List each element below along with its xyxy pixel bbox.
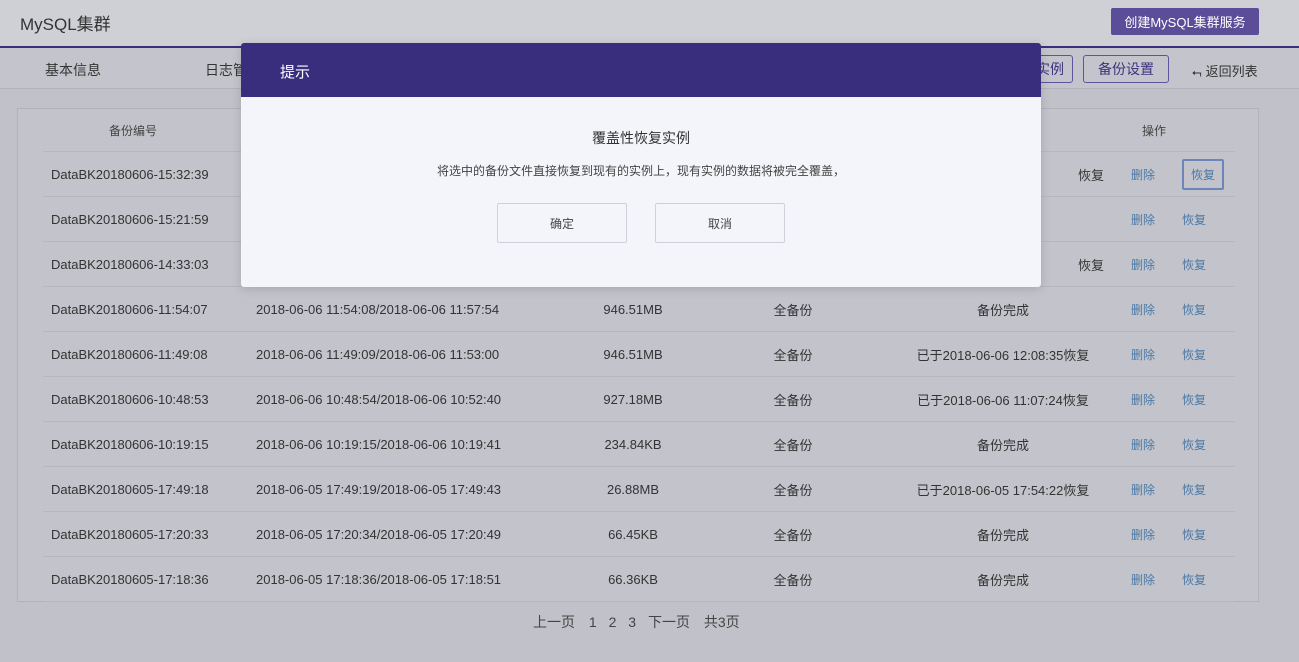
page-2-link[interactable]: 2 <box>609 614 617 630</box>
return-arrow-icon: ⮢ <box>1192 65 1202 79</box>
restore-link[interactable]: 恢复 <box>1182 436 1206 453</box>
tab-basic-info[interactable]: 基本信息 <box>45 60 101 80</box>
delete-link[interactable]: 删除 <box>1131 301 1155 318</box>
backup-id: DataBK20180606-11:54:07 <box>51 301 208 317</box>
top-bar: MySQL集群 创建MySQL集群服务 <box>0 0 1299 48</box>
table-row: DataBK20180606-11:49:08 2018-06-06 11:49:… <box>43 332 1235 377</box>
confirm-button[interactable]: 确定 <box>497 203 627 243</box>
backup-time-range: 2018-06-05 17:49:19/2018-06-05 17:49:43 <box>256 481 502 497</box>
table-row: DataBK20180605-17:49:18 2018-06-05 17:49:… <box>43 467 1235 512</box>
next-page-link[interactable]: 下一页 <box>648 614 690 630</box>
back-to-list-link[interactable]: ⮢ 返回列表 <box>1192 61 1258 80</box>
table-row: DataBK20180606-11:54:07 2018-06-06 11:54:… <box>43 287 1235 332</box>
header-operations: 操作 <box>1141 123 1166 138</box>
delete-link[interactable]: 删除 <box>1131 571 1155 588</box>
row-operations: 删除 恢复 <box>1128 467 1228 511</box>
backup-id: DataBK20180606-15:32:39 <box>51 166 209 182</box>
backup-id: DataBK20180606-10:19:15 <box>51 436 209 452</box>
restore-confirm-dialog: 提示 覆盖性恢复实例 将选中的备份文件直接恢复到现有的实例上，现有实例的数据将被… <box>241 43 1041 287</box>
delete-link[interactable]: 删除 <box>1131 166 1155 183</box>
backup-status: 备份完成 <box>976 527 1029 543</box>
backup-size: 234.84KB <box>604 436 662 452</box>
table-row: DataBK20180606-10:48:53 2018-06-06 10:48:… <box>43 377 1235 422</box>
restore-link[interactable]: 恢复 <box>1182 301 1206 318</box>
delete-link[interactable]: 删除 <box>1131 256 1155 273</box>
back-label: 返回列表 <box>1205 64 1258 79</box>
delete-link[interactable]: 删除 <box>1131 211 1155 228</box>
backup-id: DataBK20180605-17:49:18 <box>51 481 209 497</box>
backup-type: 全备份 <box>773 392 813 408</box>
row-operations: 删除 恢复 <box>1128 332 1228 376</box>
backup-time-range: 2018-06-05 17:20:34/2018-06-05 17:20:49 <box>256 526 502 542</box>
restore-link[interactable]: 恢复 <box>1182 211 1206 228</box>
table-row: DataBK20180606-10:19:15 2018-06-06 10:19:… <box>43 422 1235 467</box>
backup-id: DataBK20180606-14:33:03 <box>51 256 209 272</box>
backup-status: 已于2018-06-06 12:08:35恢复 <box>916 347 1090 363</box>
backup-size: 26.88MB <box>606 481 660 497</box>
backup-time-range: 2018-06-06 11:54:08/2018-06-06 11:57:54 <box>256 301 500 317</box>
dialog-title: 提示 <box>280 64 311 81</box>
delete-link[interactable]: 删除 <box>1131 436 1155 453</box>
delete-link[interactable]: 删除 <box>1131 481 1155 498</box>
row-operations: 删除 恢复 <box>1128 512 1228 556</box>
backup-type: 全备份 <box>773 482 813 498</box>
backup-status: 备份完成 <box>976 437 1029 453</box>
backup-settings-button[interactable]: 备份设置 <box>1083 55 1169 83</box>
dialog-subtitle: 覆盖性恢复实例 <box>592 130 690 146</box>
delete-link[interactable]: 删除 <box>1131 526 1155 543</box>
header-backup-id: 备份编号 <box>108 123 157 138</box>
backup-size: 66.36KB <box>608 571 658 587</box>
prev-page-link[interactable]: 上一页 <box>533 614 575 630</box>
page-3-link[interactable]: 3 <box>628 614 636 630</box>
restore-link[interactable]: 恢复 <box>1182 158 1225 190</box>
table-row: DataBK20180605-17:20:33 2018-06-05 17:20:… <box>43 512 1235 557</box>
backup-size: 946.51MB <box>603 301 663 317</box>
backup-time-range: 2018-06-06 10:19:15/2018-06-06 10:19:41 <box>256 436 502 452</box>
backup-type: 全备份 <box>773 527 813 543</box>
restore-link[interactable]: 恢复 <box>1182 391 1206 408</box>
dialog-message: 将选中的备份文件直接恢复到现有的实例上，现有实例的数据将被完全覆盖， <box>436 164 845 178</box>
row-operations: 删除 恢复 <box>1128 377 1228 421</box>
backup-status: 已于2018-06-06 11:07:24恢复 <box>917 392 1089 408</box>
backup-type: 全备份 <box>773 572 813 588</box>
app-title: MySQL集群 <box>20 15 111 34</box>
backup-id: DataBK20180605-17:18:36 <box>51 571 209 587</box>
row-operations: 删除 恢复 <box>1128 422 1228 466</box>
backup-id: DataBK20180606-11:49:08 <box>51 346 208 362</box>
create-cluster-button[interactable]: 创建MySQL集群服务 <box>1111 8 1259 35</box>
backup-time-range: 2018-06-06 10:48:54/2018-06-06 10:52:40 <box>256 391 502 407</box>
backup-size: 927.18MB <box>603 391 663 407</box>
restore-link[interactable]: 恢复 <box>1182 526 1206 543</box>
backup-status: 备份完成 <box>976 302 1029 318</box>
pagination: 上一页 1 2 3 下一页 共3页 <box>533 612 750 632</box>
backup-id: DataBK20180605-17:20:33 <box>51 526 209 542</box>
page-1-link[interactable]: 1 <box>589 614 597 630</box>
backup-id: DataBK20180606-10:48:53 <box>51 391 209 407</box>
restore-link[interactable]: 恢复 <box>1182 346 1206 363</box>
row-operations: 删除 恢复 <box>1128 152 1228 196</box>
cancel-button[interactable]: 取消 <box>655 203 785 243</box>
row-operations: 删除 恢复 <box>1128 197 1228 241</box>
restore-link[interactable]: 恢复 <box>1182 571 1206 588</box>
backup-type: 全备份 <box>773 302 813 318</box>
restore-link[interactable]: 恢复 <box>1182 481 1206 498</box>
restore-link[interactable]: 恢复 <box>1182 256 1206 273</box>
backup-size: 66.45KB <box>608 526 658 542</box>
backup-time-range: 2018-06-05 17:18:36/2018-06-05 17:18:51 <box>256 571 502 587</box>
backup-type: 全备份 <box>773 347 813 363</box>
backup-size: 946.51MB <box>603 346 663 362</box>
row-operations: 删除 恢复 <box>1128 242 1228 286</box>
table-row: DataBK20180605-17:18:36 2018-06-05 17:18:… <box>43 557 1235 602</box>
backup-id: DataBK20180606-15:21:59 <box>51 211 209 227</box>
row-operations: 删除 恢复 <box>1128 557 1228 601</box>
backup-time-range: 2018-06-06 11:49:09/2018-06-06 11:53:00 <box>256 346 500 362</box>
backup-type: 全备份 <box>773 437 813 453</box>
row-operations: 删除 恢复 <box>1128 287 1228 331</box>
dialog-header: 提示 <box>241 43 1041 97</box>
backup-status: 备份完成 <box>976 572 1029 588</box>
delete-link[interactable]: 删除 <box>1131 346 1155 363</box>
delete-link[interactable]: 删除 <box>1131 391 1155 408</box>
backup-status: 已于2018-06-05 17:54:22恢复 <box>916 482 1090 498</box>
total-pages: 共3页 <box>703 614 740 630</box>
